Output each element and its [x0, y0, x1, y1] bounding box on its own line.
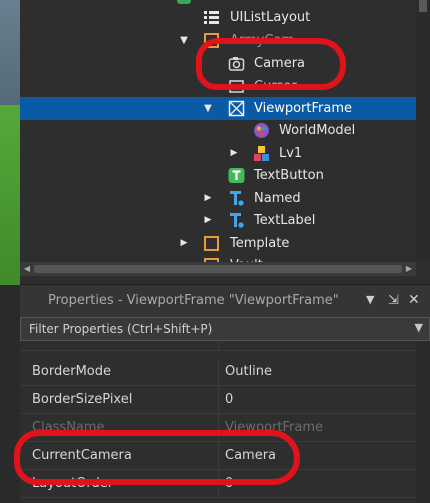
close-icon[interactable]: ✕	[408, 292, 420, 308]
viewport-grass	[0, 105, 20, 285]
tree-item-label: WorldModel	[279, 123, 356, 138]
annotation-circle-currentcamera	[14, 430, 300, 485]
properties-header: Properties - ViewportFrame "ViewportFram…	[20, 285, 430, 317]
annotation-circle-camera	[196, 38, 346, 90]
scroll-left-icon[interactable]: ◀	[20, 262, 34, 276]
text-label-icon	[228, 212, 245, 229]
tree-item-label: Named	[254, 191, 301, 206]
text-button-icon	[228, 167, 245, 184]
properties-vertical-scrollbar[interactable]	[416, 341, 430, 503]
list-layout-icon	[203, 9, 220, 26]
property-row-partial	[20, 341, 416, 351]
expand-arrow-icon[interactable]: ▶	[202, 209, 214, 232]
property-name: BorderMode	[32, 364, 112, 379]
tree-item-label: Lv1	[279, 146, 303, 161]
filter-properties-input[interactable]: Filter Properties (Ctrl+Shift+P) ▼	[20, 317, 430, 341]
collapse-arrow-icon[interactable]: ▼	[178, 29, 190, 52]
tree-item-textbutton[interactable]: TextButton	[20, 164, 416, 187]
explorer-horizontal-scrollbar[interactable]: ◀ ▶	[20, 262, 416, 276]
property-row-bordersizepixel[interactable]: BorderSizePixel 0	[20, 386, 416, 414]
tree-item-label: TextButton	[254, 168, 324, 183]
tree-item-label: ViewportFrame	[254, 101, 353, 116]
tree-item-vault[interactable]: Vault	[20, 254, 416, 262]
dropdown-icon[interactable]: ▼	[366, 293, 374, 306]
frame-icon	[203, 235, 220, 252]
property-value[interactable]: 0	[225, 392, 233, 407]
explorer-vertical-scrollbar[interactable]	[416, 0, 430, 262]
scrollbar-thumb[interactable]	[419, 0, 427, 12]
tree-item-named[interactable]: ▶ Named	[20, 187, 416, 210]
column-divider	[218, 341, 219, 350]
scroll-right-icon[interactable]: ▶	[402, 262, 416, 276]
game-viewport-strip	[0, 0, 20, 503]
expand-arrow-icon[interactable]: ▶	[228, 142, 240, 165]
column-divider	[218, 358, 219, 386]
tree-item-textlabel[interactable]: ▶ TextLabel	[20, 209, 416, 232]
expand-arrow-icon[interactable]: ▶	[178, 232, 190, 255]
expand-arrow-icon[interactable]: ▶	[202, 187, 214, 210]
scrollbar-thumb[interactable]	[34, 265, 402, 273]
tree-item-label: Vault	[230, 254, 263, 262]
property-name: BorderSizePixel	[32, 392, 133, 407]
tree-item-lv1[interactable]: ▶ Lv1	[20, 142, 416, 165]
undock-icon[interactable]: ⇲	[388, 293, 399, 308]
model-icon	[253, 145, 270, 162]
tree-item-label: TextLabel	[254, 213, 316, 228]
text-label-icon	[228, 190, 245, 207]
tree-item-viewportframe[interactable]: ▼ ViewportFrame	[20, 97, 416, 120]
tree-item-label: UIListLayout	[230, 10, 311, 25]
viewport-frame-icon	[228, 100, 245, 117]
tree-item-template[interactable]: ▶ Template	[20, 232, 416, 255]
world-model-icon	[253, 122, 270, 139]
viewport-sky	[0, 0, 20, 105]
tree-item-label: Template	[230, 236, 290, 251]
property-row-bordermode[interactable]: BorderMode Outline	[20, 358, 416, 386]
partial-item-icon	[177, 0, 191, 4]
column-divider	[218, 386, 219, 414]
property-value[interactable]: Outline	[225, 364, 272, 379]
properties-title: Properties - ViewportFrame "ViewportFram…	[48, 293, 339, 308]
filter-placeholder: Filter Properties (Ctrl+Shift+P)	[29, 322, 213, 336]
collapse-arrow-icon[interactable]: ▼	[202, 97, 214, 120]
tree-item-uilistlayout[interactable]: UIListLayout	[20, 6, 416, 29]
tree-item-worldmodel[interactable]: WorldModel	[20, 119, 416, 142]
chevron-down-icon[interactable]: ▼	[415, 321, 423, 334]
